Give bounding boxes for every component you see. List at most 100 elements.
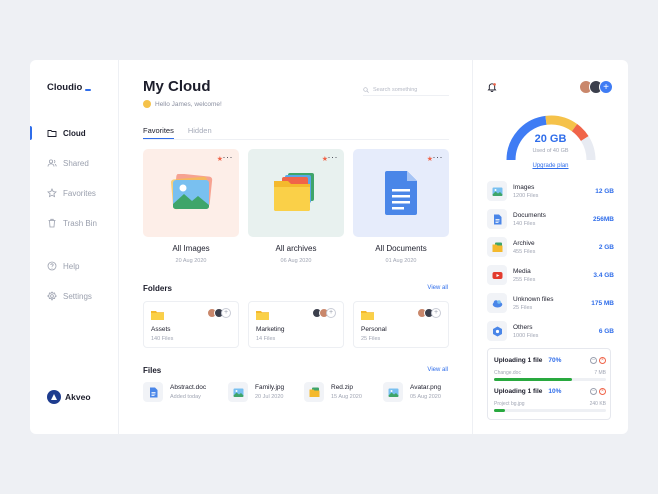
sidebar-item-cloud[interactable]: Cloud <box>30 124 118 142</box>
folder-card-assets[interactable]: + Assets 140 Files <box>143 301 239 348</box>
favorite-card-archives[interactable]: ★ ··· <box>248 149 344 237</box>
media-icon <box>487 265 507 285</box>
file-item[interactable]: Red.zip 15 Aug 2020 <box>304 382 362 402</box>
tabs-divider <box>143 139 449 140</box>
sidebar-item-settings[interactable]: Settings <box>30 287 118 305</box>
settings-icon <box>47 291 57 301</box>
files-view-all-link[interactable]: View all <box>427 367 448 373</box>
upload-percent: 10% <box>548 388 562 395</box>
favorite-card-images[interactable]: ★ ··· <box>143 149 239 237</box>
file-name: Red.zip <box>331 384 354 391</box>
doc-file-icon <box>143 382 163 402</box>
upload-progress-bar <box>494 409 606 412</box>
sidebar-item-label: Cloud <box>63 128 86 138</box>
sidebar: Cloudio Cloud Shared Favorites Trash Bin… <box>30 60 119 434</box>
upload-progress-fill <box>494 378 573 381</box>
folders-view-all-link[interactable]: View all <box>427 285 448 291</box>
sidebar-item-favorites[interactable]: Favorites <box>30 184 118 202</box>
search-input[interactable]: Search something <box>363 84 449 96</box>
sidebar-item-label: Settings <box>63 291 92 301</box>
file-name: Family.jpg <box>255 384 285 391</box>
sidebar-item-label: Favorites <box>63 188 96 198</box>
more-icon[interactable]: ··· <box>328 152 339 162</box>
tab-hidden[interactable]: Hidden <box>188 126 212 139</box>
file-item[interactable]: Avatar.png 05 Aug 2020 <box>383 382 441 402</box>
more-icon[interactable]: ··· <box>433 152 444 162</box>
pause-icon[interactable]: – <box>590 357 597 364</box>
storage-category-archive[interactable]: Archive 455 Files 2 GB <box>487 236 614 258</box>
storage-used-value: 20 GB <box>534 133 567 145</box>
trash-icon <box>48 218 56 228</box>
storage-category-others[interactable]: Others 1000 Files 6 GB <box>487 320 614 342</box>
help-icon <box>47 261 57 271</box>
category-count: 1000 Files <box>513 332 539 339</box>
category-name: Documents <box>513 211 546 219</box>
files-title: Files <box>143 366 162 375</box>
storage-category-images[interactable]: Images 1200 Files 12 GB <box>487 180 614 202</box>
storage-category-documents[interactable]: Documents 140 Files 256MB <box>487 208 614 230</box>
folder-name: Marketing <box>256 326 285 333</box>
cancel-upload-icon[interactable]: × <box>599 357 606 364</box>
wave-emoji-icon <box>143 100 151 108</box>
add-member-button[interactable]: + <box>326 308 336 318</box>
brand-footer: Akveo <box>47 390 91 404</box>
unknown-file-icon <box>487 293 507 313</box>
zip-file-icon <box>304 382 324 402</box>
welcome-text: Hello James, welcome! <box>155 100 222 108</box>
image-file-icon <box>228 382 248 402</box>
sidebar-item-label: Trash Bin <box>63 218 97 228</box>
folder-card-marketing[interactable]: + Marketing 14 Files <box>248 301 344 348</box>
sidebar-item-label: Help <box>63 261 80 271</box>
category-name: Media <box>513 267 531 275</box>
more-icon[interactable]: ··· <box>223 152 234 162</box>
sidebar-item-help[interactable]: Help <box>30 257 118 275</box>
category-size: 2 GB <box>598 243 614 251</box>
upload-file-name: Project bg.jpg <box>494 401 525 407</box>
folder-icon <box>47 130 57 137</box>
file-name: Avatar.png <box>410 384 441 391</box>
file-item[interactable]: Abstract.doc Added today <box>143 382 206 402</box>
add-user-button[interactable]: + <box>599 80 613 94</box>
upload-item: Uploading 1 file 70% – × Change.doc 7 MB <box>494 357 606 381</box>
sidebar-item-shared[interactable]: Shared <box>30 154 118 172</box>
storage-category-unknown[interactable]: Unknown files 25 Files 175 MB <box>487 292 614 314</box>
category-name: Archive <box>513 239 535 247</box>
favorite-card-documents[interactable]: ★ ··· <box>353 149 449 237</box>
add-member-button[interactable]: + <box>431 308 441 318</box>
logo-accent <box>85 89 91 91</box>
file-date: 20 Jul 2020 <box>255 394 284 400</box>
folder-members: + <box>312 308 336 318</box>
welcome-message: Hello James, welcome! <box>143 100 222 108</box>
cancel-upload-icon[interactable]: × <box>599 388 606 395</box>
file-date: 05 Aug 2020 <box>410 394 441 400</box>
sidebar-item-trash[interactable]: Trash Bin <box>30 214 118 232</box>
favorite-name: All Documents <box>375 244 427 253</box>
file-date: Added today <box>170 394 201 400</box>
gauge-segment <box>545 115 578 132</box>
favorite-date: 20 Aug 2020 <box>175 258 207 264</box>
folder-icon <box>361 311 374 320</box>
tabs: Favorites Hidden <box>143 126 212 139</box>
category-size: 12 GB <box>595 187 614 195</box>
favorite-date: 01 Aug 2020 <box>385 258 417 264</box>
pause-icon[interactable]: – <box>590 388 597 395</box>
images-icon <box>487 181 507 201</box>
brand-name: Akveo <box>65 392 91 402</box>
upgrade-plan-link[interactable]: Upgrade plan <box>473 163 628 169</box>
folder-name: Personal <box>361 326 387 333</box>
category-name: Others <box>513 323 533 331</box>
upload-title: Uploading 1 file <box>494 357 543 364</box>
folder-card-personal[interactable]: + Personal 25 Files <box>353 301 449 348</box>
folder-icon <box>151 311 164 320</box>
upload-progress-bar <box>494 378 606 381</box>
category-name: Unknown files <box>513 295 554 303</box>
storage-category-media[interactable]: Media 255 Files 3.4 GB <box>487 264 614 286</box>
category-size: 6 GB <box>598 327 614 335</box>
add-member-button[interactable]: + <box>221 308 231 318</box>
document-icon <box>385 171 417 215</box>
favorite-name: All archives <box>275 244 317 253</box>
notification-bell-icon[interactable] <box>487 82 497 92</box>
upload-queue: Uploading 1 file 70% – × Change.doc 7 MB Up… <box>487 348 611 420</box>
tab-favorites[interactable]: Favorites <box>143 126 174 139</box>
file-item[interactable]: Family.jpg 20 Jul 2020 <box>228 382 284 402</box>
